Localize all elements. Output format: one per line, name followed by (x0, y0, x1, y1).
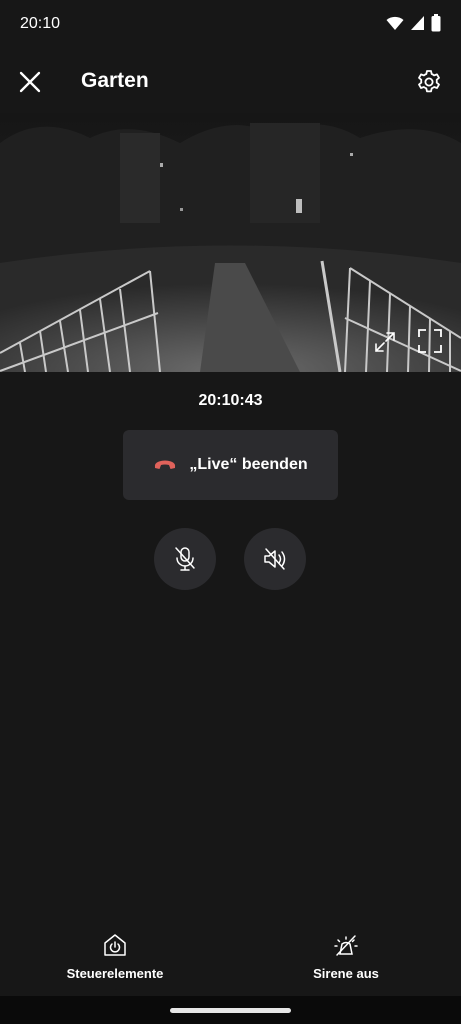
end-live-label: „Live“ beenden (189, 456, 308, 473)
end-live-button[interactable]: „Live“ beenden (123, 430, 338, 500)
app-bar: Garten (0, 52, 461, 112)
mic-muted-icon (175, 547, 195, 571)
page-title: Garten (81, 69, 149, 92)
battery-icon (431, 14, 441, 37)
mute-microphone-button[interactable] (154, 528, 216, 590)
video-timestamp: 20:10:43 (198, 392, 263, 409)
system-navigation-bar (0, 996, 461, 1024)
controls-label: Steuerelemente (66, 966, 164, 981)
expand-button[interactable] (372, 329, 398, 355)
wifi-icon (386, 15, 404, 36)
home-power-icon (104, 934, 126, 956)
expand-icon (375, 332, 395, 352)
status-time: 20:10 (20, 15, 61, 32)
home-indicator[interactable] (170, 1008, 291, 1013)
fullscreen-button[interactable] (416, 327, 444, 355)
siren-off-button[interactable]: Sirene aus (276, 932, 416, 981)
settings-button[interactable] (413, 66, 445, 98)
close-icon (19, 71, 41, 93)
hang-up-icon (155, 460, 176, 469)
status-bar: 20:10 (0, 0, 461, 50)
speaker-muted-icon (264, 548, 286, 570)
live-video-feed[interactable] (0, 113, 461, 372)
mute-speaker-button[interactable] (244, 528, 306, 590)
siren-label: Sirene aus (313, 966, 379, 981)
controls-tab[interactable]: Steuerelemente (45, 932, 185, 981)
siren-off-icon (334, 935, 358, 956)
gear-icon (418, 70, 440, 93)
signal-icon (410, 15, 425, 36)
fullscreen-icon (418, 329, 442, 353)
close-button[interactable] (14, 66, 46, 98)
